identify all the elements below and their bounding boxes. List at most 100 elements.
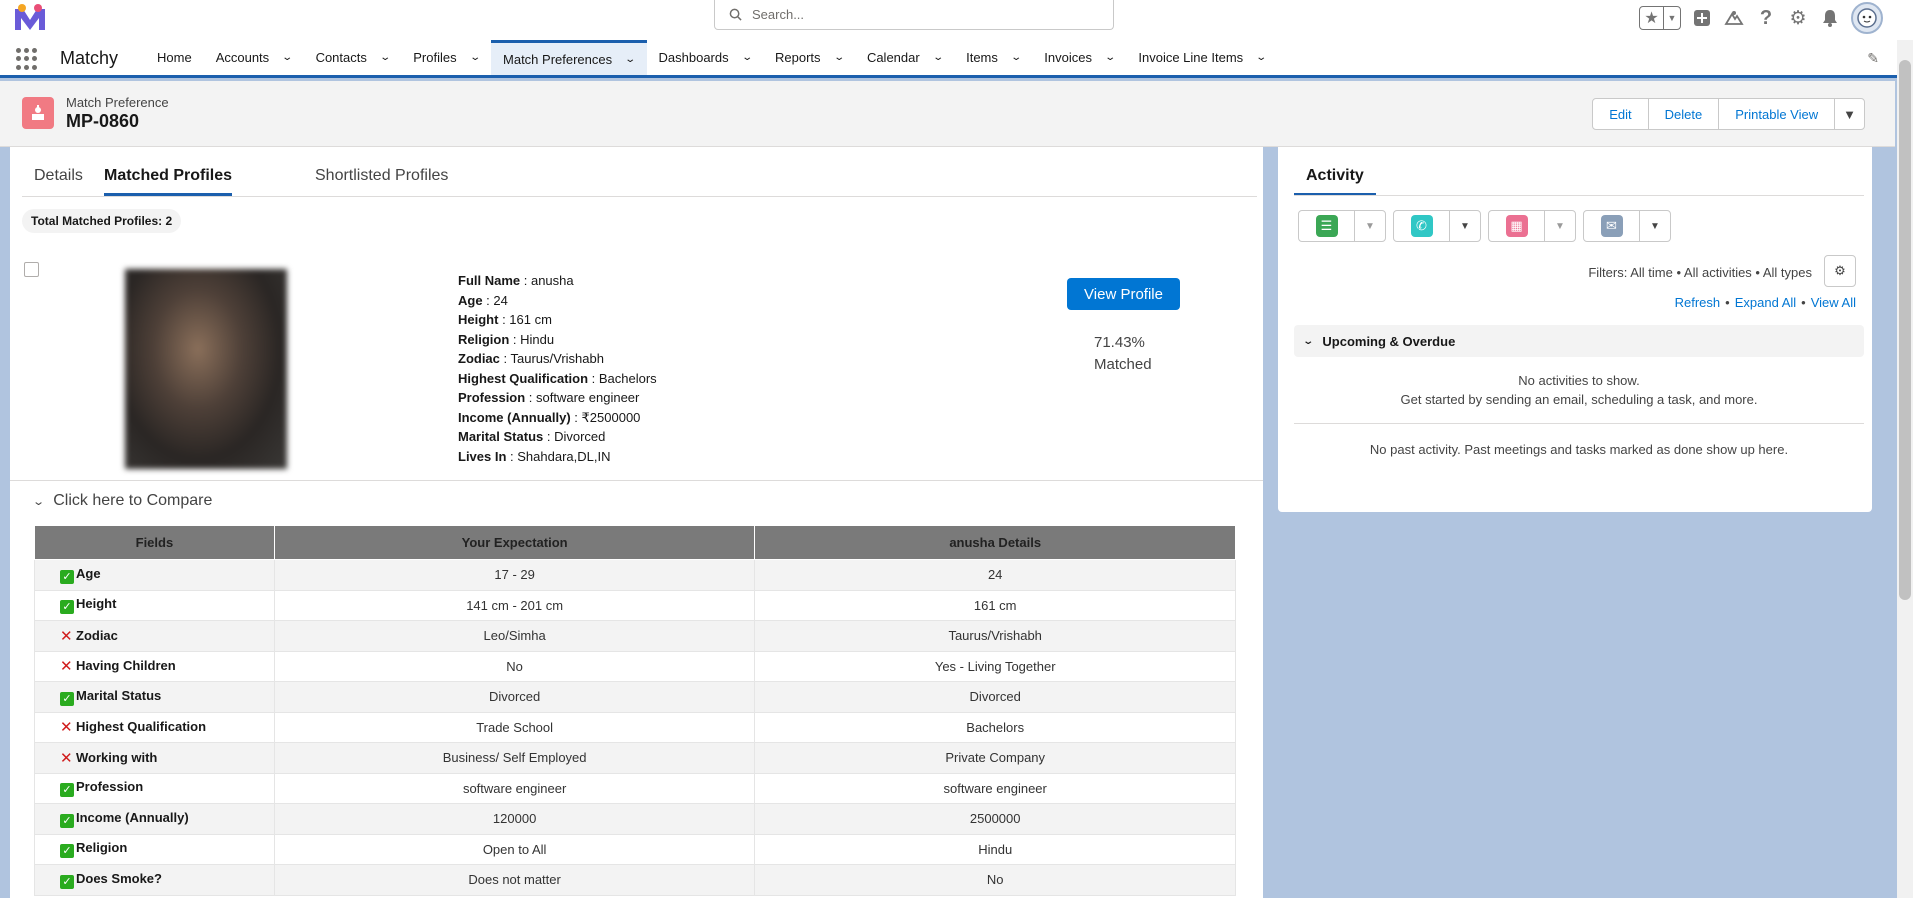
caret-down-icon[interactable]: ▼ <box>1664 7 1680 29</box>
view-profile-button[interactable]: View Profile <box>1067 278 1180 310</box>
caret-down-icon[interactable]: ▼ <box>1355 211 1385 241</box>
caret-down-icon[interactable]: ▼ <box>1545 211 1575 241</box>
table-row: ✓ Age 17 - 29 24 <box>34 559 1236 591</box>
tab-shortlisted-profiles[interactable]: Shortlisted Profiles <box>315 167 448 193</box>
field-cell: ✕ Highest Qualification <box>34 711 275 743</box>
header-fields: Fields <box>34 525 275 560</box>
printable-view-button[interactable]: Printable View <box>1718 98 1836 130</box>
new-event-button[interactable]: ▦ ▼ <box>1488 210 1576 242</box>
activity-links: Refresh • Expand All • View All <box>1674 295 1856 310</box>
tab-details[interactable]: Details <box>34 167 83 193</box>
caret-down-icon[interactable]: ▼ <box>1640 211 1670 241</box>
delete-button[interactable]: Delete <box>1647 98 1720 130</box>
profile-field-label: Highest Qualification <box>458 370 589 386</box>
global-search-input[interactable]: Search... <box>714 0 1114 30</box>
field-label: Income (Annually) <box>76 809 189 825</box>
global-header: Search... ★ ▼ ? ⚙ <box>0 0 1913 40</box>
profile-value-cell: Bachelors <box>754 711 1236 743</box>
chevron-down-icon[interactable]: ⌄ <box>624 54 636 65</box>
nav-item-label: Calendar <box>866 50 920 65</box>
field-cell: ✓ Age <box>34 559 275 591</box>
chevron-down-icon[interactable]: ⌄ <box>932 52 944 63</box>
trailhead-icon[interactable] <box>1723 7 1745 29</box>
chevron-down-icon[interactable]: ⌄ <box>1010 52 1022 63</box>
chevron-down-icon[interactable]: ⌄ <box>1104 52 1116 63</box>
check-icon: ✓ <box>60 691 74 706</box>
nav-item-contacts[interactable]: Contacts ⌄ <box>304 40 402 75</box>
nav-item-label: Home <box>157 50 192 65</box>
notifications-bell-icon[interactable] <box>1819 7 1841 29</box>
edit-button[interactable]: Edit <box>1592 98 1649 130</box>
match-percentage: 71.43% Matched <box>1094 332 1152 376</box>
nav-item-label: Dashboards <box>658 50 729 65</box>
tab-activity[interactable]: Activity <box>1294 167 1376 196</box>
profile-field-label: Profession <box>458 390 526 405</box>
table-row: ✓ Religion Open to All Hindu <box>34 833 1236 865</box>
chevron-down-icon[interactable]: ⌄ <box>469 52 481 63</box>
nav-item-items[interactable]: Items ⌄ <box>954 40 1032 75</box>
view-all-link[interactable]: View All <box>1811 295 1856 310</box>
profile-value-cell: software engineer <box>754 772 1236 804</box>
nav-item-accounts[interactable]: Accounts ⌄ <box>204 40 304 75</box>
nav-item-home[interactable]: Home <box>145 40 204 75</box>
expand-all-link[interactable]: Expand All <box>1735 295 1796 310</box>
record-header: Match Preference MP-0860 Edit Delete Pri… <box>0 81 1895 147</box>
table-row: ✓ Does Smoke? Does not matter No <box>34 864 1236 896</box>
nav-item-invoices[interactable]: Invoices ⌄ <box>1032 40 1126 75</box>
field-label: Does Smoke? <box>76 870 162 886</box>
expectation-cell: Leo/Simha <box>273 620 756 652</box>
nav-item-invoice-line-items[interactable]: Invoice Line Items ⌄ <box>1126 40 1277 75</box>
more-actions-button[interactable]: ▼ <box>1834 98 1865 130</box>
nav-item-label: Invoices <box>1044 50 1092 65</box>
chevron-down-icon[interactable]: ⌄ <box>379 52 391 63</box>
refresh-link[interactable]: Refresh <box>1675 295 1721 310</box>
chevron-down-icon[interactable]: ⌄ <box>833 52 845 63</box>
setup-gear-icon[interactable]: ⚙ <box>1787 7 1809 29</box>
nav-item-match-preferences[interactable]: Match Preferences ⌄ <box>491 40 647 75</box>
profile-field-row: Full Name : anusha <box>458 273 574 288</box>
scrollbar-thumb[interactable] <box>1899 60 1911 600</box>
global-add-icon[interactable] <box>1691 7 1713 29</box>
user-avatar[interactable] <box>1851 2 1883 34</box>
field-label: Working with <box>76 749 158 765</box>
star-icon[interactable]: ★ <box>1640 7 1664 29</box>
email-button[interactable]: ✉ ▼ <box>1583 210 1671 242</box>
tab-matched-profiles[interactable]: Matched Profiles <box>104 167 233 196</box>
profile-field-row: Marital Status : Divorced <box>458 429 606 444</box>
nav-item-dashboards[interactable]: Dashboards ⌄ <box>647 40 764 75</box>
field-cell: ✕ Having Children <box>34 650 275 682</box>
nav-item-label: Accounts <box>215 50 270 65</box>
profile-details: Full Name : anusha Age : 24 Height : 161 c… <box>458 271 657 466</box>
help-icon[interactable]: ? <box>1755 7 1777 29</box>
app-launcher-waffle-icon[interactable] <box>16 48 38 70</box>
cross-icon: ✕ <box>60 719 73 737</box>
upcoming-overdue-section[interactable]: ⌄ Upcoming & Overdue <box>1294 325 1864 357</box>
nav-item-label: Match Preferences <box>503 51 613 67</box>
expectation-cell: software engineer <box>273 772 756 804</box>
favorites-button[interactable]: ★ ▼ <box>1639 6 1681 30</box>
chevron-down-icon[interactable]: ⌄ <box>741 52 753 63</box>
table-row: ✓ Marital Status Divorced Divorced <box>34 681 1236 713</box>
profile-field-label: Age <box>458 292 483 308</box>
profile-select-checkbox[interactable] <box>24 262 39 277</box>
total-matched-badge: Total Matched Profiles: 2 <box>22 209 182 233</box>
cross-icon: ✕ <box>60 627 73 645</box>
chevron-down-icon[interactable]: ⌄ <box>1255 52 1267 63</box>
chevron-down-icon[interactable]: ⌄ <box>281 52 293 63</box>
new-task-button[interactable]: ☰ ▼ <box>1298 210 1386 242</box>
nav-item-calendar[interactable]: Calendar ⌄ <box>855 40 954 75</box>
table-row: ✓ Profession software engineer software eng… <box>34 772 1236 804</box>
nav-item-reports[interactable]: Reports ⌄ <box>763 40 855 75</box>
app-logo-icon[interactable] <box>12 3 48 33</box>
compare-toggle[interactable]: ⌄ Click here to Compare <box>32 492 212 510</box>
edit-nav-pencil-icon[interactable]: ✎ <box>1867 50 1879 67</box>
field-label: Age <box>76 565 101 581</box>
caret-down-icon[interactable]: ▼ <box>1450 211 1480 241</box>
table-row: ✓ Height 141 cm - 201 cm 161 cm <box>34 589 1236 621</box>
filter-settings-gear-icon[interactable]: ⚙ <box>1824 255 1856 287</box>
nav-item-label: Profiles <box>413 50 457 65</box>
nav-item-profiles[interactable]: Profiles ⌄ <box>401 40 491 75</box>
field-cell: ✓ Does Smoke? <box>34 864 275 896</box>
page-scrollbar[interactable] <box>1897 40 1913 898</box>
log-call-button[interactable]: ✆ ▼ <box>1393 210 1481 242</box>
